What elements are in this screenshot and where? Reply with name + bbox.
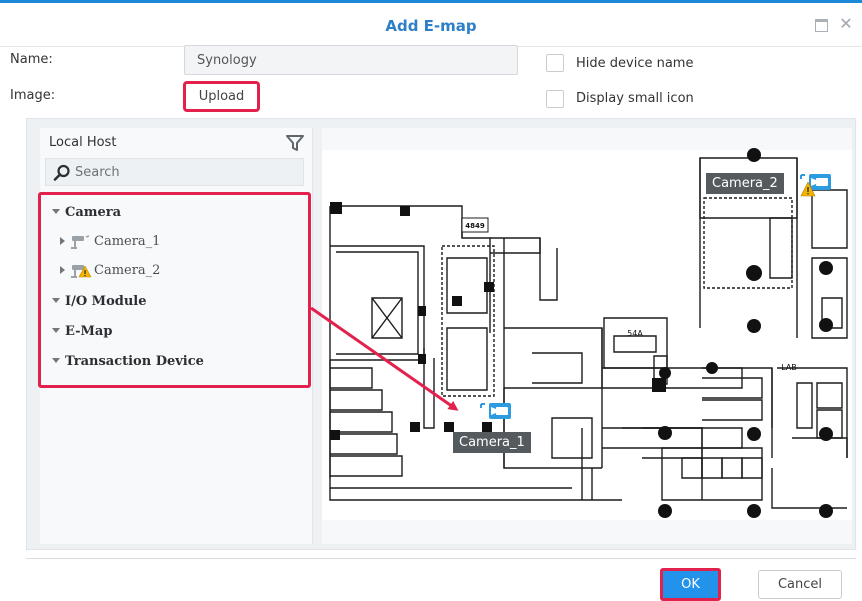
room-label-54a: 54A — [627, 329, 643, 338]
expand-icon — [60, 236, 65, 245]
tree-item-camera-2-label: Camera_2 — [94, 263, 161, 278]
cancel-button[interactable]: Cancel — [758, 570, 842, 599]
camera-2-map-tag[interactable]: Camera_2 — [706, 173, 784, 194]
search-icon — [53, 164, 71, 182]
collapse-icon — [52, 358, 60, 363]
camera-1-marker-icon[interactable] — [480, 402, 512, 422]
room-label-lab: LAB — [781, 363, 797, 372]
dialog-title: Add E-map — [385, 17, 477, 35]
hide-device-name-checkbox[interactable] — [546, 54, 564, 72]
camera-1-map-tag[interactable]: Camera_1 — [453, 432, 531, 453]
local-host-label: Local Host — [49, 135, 117, 150]
tree-item-io-module-label: I/O Module — [65, 294, 147, 309]
collapse-icon — [52, 298, 60, 303]
maximize-icon[interactable] — [814, 17, 828, 32]
image-label: Image: — [10, 88, 56, 103]
close-icon[interactable]: ✕ — [839, 16, 853, 32]
tree-item-transaction-device[interactable]: Transaction Device — [52, 354, 204, 369]
tree-item-io-module[interactable]: I/O Module — [52, 294, 147, 309]
camera-warning-icon — [70, 264, 92, 278]
tree-item-camera-label: Camera — [65, 205, 122, 220]
camera-2-marker-icon[interactable] — [800, 173, 832, 197]
filter-icon[interactable] — [286, 134, 304, 152]
display-small-icon-checkbox[interactable] — [546, 90, 564, 108]
expand-icon — [60, 265, 65, 274]
tree-item-camera[interactable]: Camera — [52, 205, 121, 220]
room-label-4849: 4849 — [465, 222, 485, 230]
ok-button[interactable]: OK — [660, 568, 721, 601]
tree-item-camera-1-label: Camera_1 — [94, 234, 161, 249]
footer-divider — [26, 558, 856, 559]
name-input[interactable] — [184, 45, 518, 75]
tree-item-camera-1[interactable]: Camera_1 — [60, 234, 160, 249]
name-label: Name: — [10, 52, 53, 67]
camera-icon — [70, 234, 92, 249]
collapse-icon — [52, 209, 60, 214]
collapse-icon — [52, 328, 60, 333]
search-placeholder: Search — [75, 165, 120, 180]
tree-item-camera-2[interactable]: Camera_2 — [60, 263, 160, 278]
tree-item-transaction-device-label: Transaction Device — [65, 354, 204, 369]
display-small-icon-label: Display small icon — [576, 91, 694, 106]
dialog-title-bar: Add E-map ✕ — [0, 3, 862, 47]
hide-device-name-label: Hide device name — [576, 56, 694, 71]
tree-item-emap-label: E-Map — [65, 324, 113, 339]
upload-button[interactable]: Upload — [183, 81, 260, 112]
tree-item-emap[interactable]: E-Map — [52, 324, 112, 339]
